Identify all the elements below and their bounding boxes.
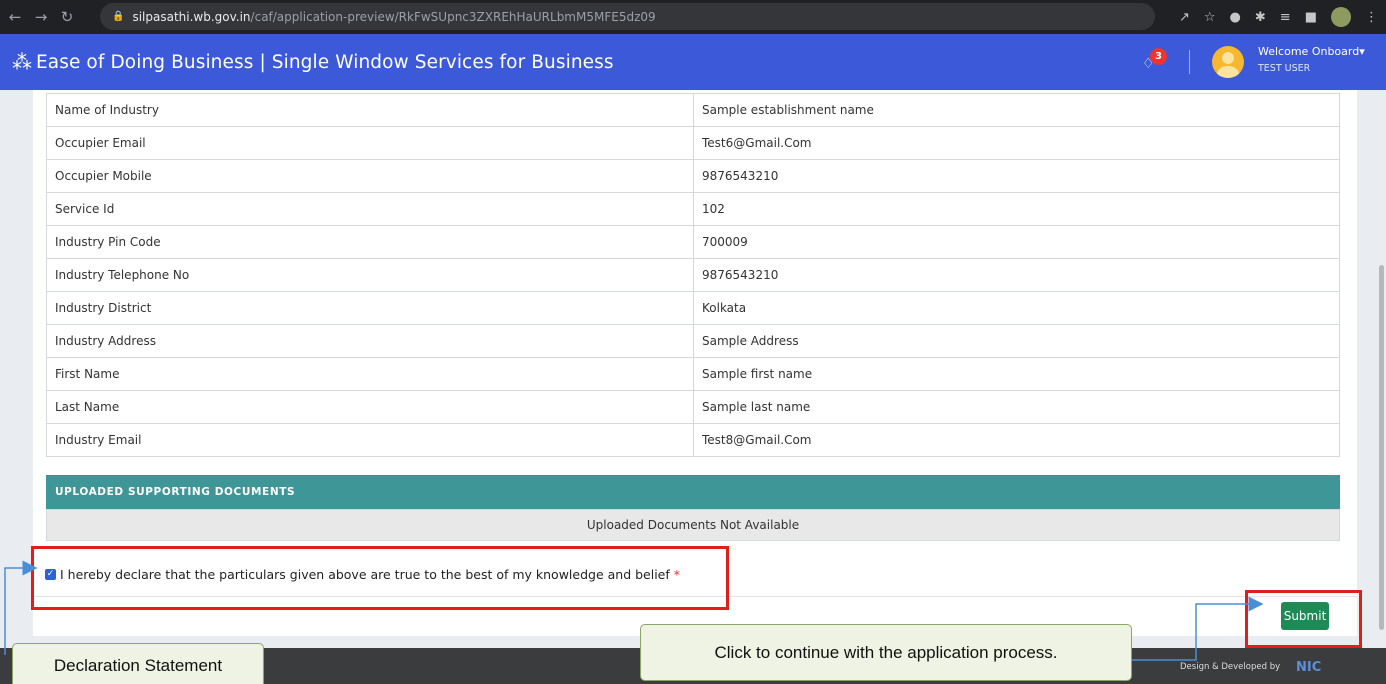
lock-icon: 🔒 (112, 11, 125, 22)
table-row: Industry Address Sample Address (46, 324, 1340, 358)
table-row: Industry Email Test8@Gmail.Com (46, 423, 1340, 457)
nic-logo: NIC (1296, 660, 1322, 675)
forward-arrow-icon[interactable]: → (30, 8, 52, 26)
field-label: Industry Address (46, 324, 694, 358)
address-bar[interactable]: 🔒 silpasathi.wb.gov.in/caf/application-p… (100, 3, 1155, 30)
back-arrow-icon[interactable]: ← (4, 8, 26, 26)
field-label: Occupier Mobile (46, 159, 694, 193)
table-row: Industry Telephone No 9876543210 (46, 258, 1340, 292)
notification-badge: 3 (1150, 48, 1167, 65)
field-label: Industry Email (46, 423, 694, 457)
share-icon[interactable]: ↗ (1179, 10, 1190, 25)
field-label: Industry Telephone No (46, 258, 694, 292)
details-table: Name of Industry Sample establishment nam… (46, 93, 1340, 457)
field-value: 700009 (693, 225, 1340, 259)
field-value: Kolkata (693, 291, 1340, 325)
field-value: Sample last name (693, 390, 1340, 424)
field-value: Sample establishment name (693, 93, 1340, 127)
caret-down-icon: ▾ (1359, 45, 1365, 58)
table-row: Occupier Email Test6@Gmail.Com (46, 126, 1340, 160)
user-avatar[interactable] (1212, 46, 1244, 78)
table-row: Service Id 102 (46, 192, 1340, 226)
header-divider (1189, 50, 1190, 74)
network-logo-icon: ⁂ (12, 50, 32, 74)
table-row: Name of Industry Sample establishment nam… (46, 93, 1340, 127)
shield-extension-icon[interactable]: ● (1230, 10, 1241, 25)
field-label: Occupier Email (46, 126, 694, 160)
declaration-callout: Declaration Statement (12, 643, 264, 684)
table-row: Industry Pin Code 700009 (46, 225, 1340, 259)
welcome-label: Welcome Onboard (1258, 45, 1360, 58)
submit-highlight (1245, 590, 1362, 648)
field-label: Name of Industry (46, 93, 694, 127)
field-label: First Name (46, 357, 694, 391)
reading-list-icon[interactable]: ≡ (1280, 10, 1291, 25)
field-value: Sample first name (693, 357, 1340, 391)
reload-icon[interactable]: ↻ (56, 8, 78, 26)
field-label: Industry Pin Code (46, 225, 694, 259)
field-label: Industry District (46, 291, 694, 325)
field-value: 102 (693, 192, 1340, 226)
user-name: TEST USER (1258, 63, 1311, 74)
declaration-highlight (31, 546, 729, 610)
side-panel-icon[interactable]: ■ (1305, 10, 1317, 25)
app-header: ⁂ Ease of Doing Business | Single Window… (0, 34, 1386, 90)
app-title: Ease of Doing Business | Single Window S… (36, 51, 614, 73)
submit-callout: Click to continue with the application p… (640, 624, 1132, 681)
browser-chrome: ← → ↻ 🔒 silpasathi.wb.gov.in/caf/applica… (0, 0, 1386, 34)
field-value: 9876543210 (693, 258, 1340, 292)
url-path: /caf/application-preview/RkFwSUpnc3ZXREh… (250, 9, 656, 24)
bookmark-star-icon[interactable]: ☆ (1204, 10, 1216, 25)
field-label: Service Id (46, 192, 694, 226)
field-value: Test6@Gmail.Com (693, 126, 1340, 160)
table-row: First Name Sample first name (46, 357, 1340, 391)
footer-credit: Design & Developed by (1180, 662, 1281, 672)
welcome-menu[interactable]: Welcome Onboard▾ (1258, 45, 1365, 58)
profile-avatar-icon[interactable] (1331, 7, 1351, 27)
extensions-puzzle-icon[interactable]: ✱ (1255, 10, 1266, 25)
table-row: Occupier Mobile 9876543210 (46, 159, 1340, 193)
notifications[interactable]: ♢ 3 (1140, 48, 1170, 76)
table-row: Industry District Kolkata (46, 291, 1340, 325)
field-value: Sample Address (693, 324, 1340, 358)
browser-toolbar-icons: ↗ ☆ ● ✱ ≡ ■ ⋮ (1179, 0, 1378, 34)
url-host: silpasathi.wb.gov.in (132, 9, 251, 24)
table-row: Last Name Sample last name (46, 390, 1340, 424)
field-value: 9876543210 (693, 159, 1340, 193)
field-value: Test8@Gmail.Com (693, 423, 1340, 457)
documents-section-heading: UPLOADED SUPPORTING DOCUMENTS (46, 475, 1340, 509)
field-label: Last Name (46, 390, 694, 424)
page-scrollbar[interactable] (1379, 265, 1384, 630)
kebab-menu-icon[interactable]: ⋮ (1365, 10, 1378, 25)
documents-empty-message: Uploaded Documents Not Available (46, 509, 1340, 541)
